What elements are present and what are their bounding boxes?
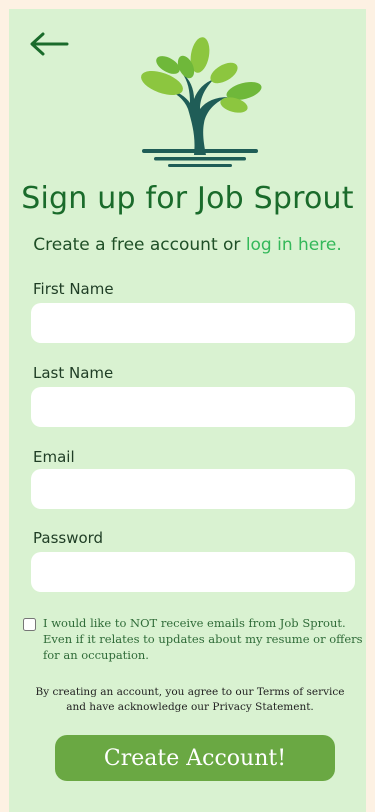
password-input[interactable] (31, 552, 355, 592)
last-name-label: Last Name (33, 364, 114, 382)
signup-screen: Sign up for Job Sprout Create a free acc… (9, 9, 366, 812)
email-input[interactable] (31, 469, 355, 509)
subtitle-text: Create a free account or (33, 235, 246, 255)
email-optout: I would like to NOT receive emails from … (23, 615, 363, 663)
back-button[interactable] (27, 29, 71, 59)
first-name-input[interactable] (31, 303, 355, 343)
password-label: Password (33, 529, 104, 547)
first-name-label: First Name (33, 280, 114, 298)
last-name-input[interactable] (31, 387, 355, 427)
email-optout-checkbox[interactable] (23, 618, 36, 631)
signup-subtitle: Create a free account or log in here. (9, 235, 366, 255)
email-label: Email (33, 448, 75, 466)
arrow-left-icon (30, 32, 69, 56)
email-optout-label[interactable]: I would like to NOT receive emails from … (43, 615, 363, 663)
terms-notice: By creating an account, you agree to our… (35, 686, 345, 713)
create-account-button[interactable]: Create Account! (55, 735, 335, 781)
tree-logo-icon (141, 37, 262, 167)
login-link[interactable]: log in here. (246, 235, 342, 255)
page-title: Sign up for Job Sprout (21, 181, 354, 216)
